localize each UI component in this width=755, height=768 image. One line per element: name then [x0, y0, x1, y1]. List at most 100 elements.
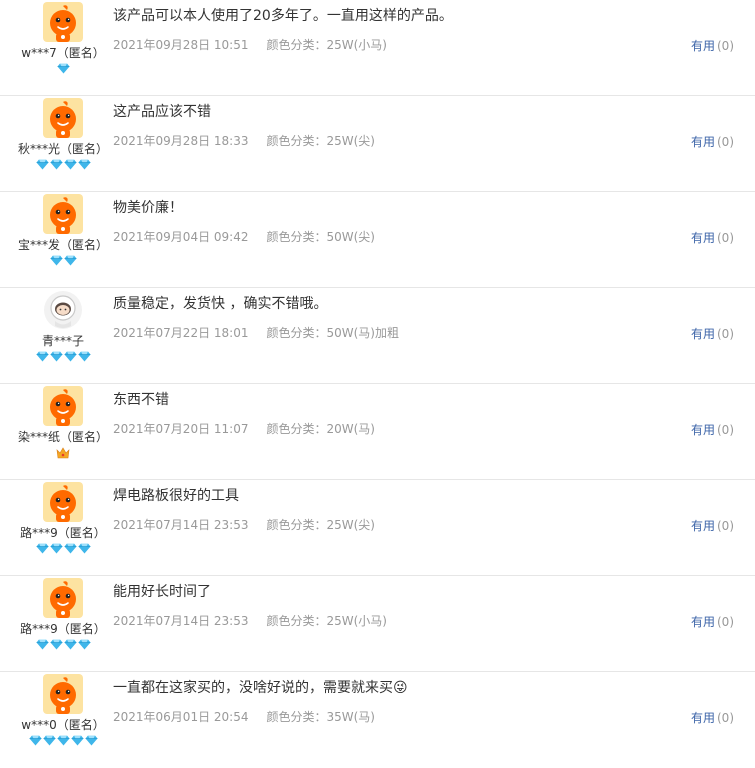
- diamond-level-icon: [78, 159, 90, 170]
- avatar[interactable]: [0, 674, 126, 714]
- review-text: 一直都在这家买的，没啥好说的，需要就来买😜: [113, 680, 408, 696]
- diamond-level-icon: [36, 543, 48, 554]
- review-meta: 2021年09月28日 18:33 颜色分类：25W(尖): [113, 132, 375, 149]
- useful-button[interactable]: 有用: [691, 231, 715, 245]
- review-item: w***0（匿名） 一直都在这家买的，没啥好说的，需要就来买😜 2021年06月…: [0, 672, 755, 768]
- avatar[interactable]: [0, 290, 126, 330]
- astronaut-avatar-icon: [44, 291, 82, 329]
- useful-vote[interactable]: 有用 (0): [691, 517, 734, 534]
- useful-count: (0): [717, 39, 734, 53]
- useful-vote[interactable]: 有用 (0): [691, 133, 734, 150]
- reviewer-name: 路***9（匿名）: [20, 526, 106, 540]
- reviewer-info: 青***子: [0, 290, 126, 365]
- useful-button[interactable]: 有用: [691, 135, 715, 149]
- review-item: 秋***光（匿名） 这产品应该不错 2021年09月28日 18:33 颜色分类：…: [0, 96, 755, 192]
- review-sku-spec: 颜色分类：20W(马): [266, 422, 375, 436]
- review-date: 2021年09月28日 10:51: [113, 38, 249, 52]
- reviewer-level-badges: [0, 63, 126, 77]
- useful-count: (0): [717, 519, 734, 533]
- reviewer-level-badges: [0, 255, 126, 269]
- review-meta: 2021年09月28日 10:51 颜色分类：25W(小马): [113, 36, 387, 53]
- mascot-avatar-icon: [43, 674, 83, 714]
- review-text: 这产品应该不错: [113, 104, 211, 120]
- diamond-level-icon: [64, 639, 76, 650]
- useful-button[interactable]: 有用: [691, 327, 715, 341]
- useful-button[interactable]: 有用: [691, 39, 715, 53]
- reviewer-info: 路***9（匿名）: [0, 482, 126, 557]
- diamond-level-icon: [57, 735, 69, 746]
- useful-vote[interactable]: 有用 (0): [691, 709, 734, 726]
- useful-vote[interactable]: 有用 (0): [691, 421, 734, 438]
- diamond-level-icon: [50, 351, 62, 362]
- avatar[interactable]: [0, 2, 126, 42]
- diamond-level-icon: [64, 159, 76, 170]
- reviewer-name: w***0（匿名）: [21, 718, 105, 732]
- useful-count: (0): [717, 231, 734, 245]
- mascot-avatar-icon: [43, 2, 83, 42]
- diamond-level-icon: [71, 735, 83, 746]
- reviewer-name: 秋***光（匿名）: [17, 142, 108, 156]
- avatar[interactable]: [0, 194, 126, 234]
- diamond-level-icon: [36, 159, 48, 170]
- reviewer-info: 染***纸（匿名）: [0, 386, 126, 461]
- review-date: 2021年07月20日 11:07: [113, 422, 249, 436]
- reviewer-name: 青***子: [41, 334, 84, 348]
- review-item: 青***子 质量稳定，发货快 ，确实不错哦。 2021年07月22日 18:01…: [0, 288, 755, 384]
- useful-button[interactable]: 有用: [691, 711, 715, 725]
- review-sku-spec: 颜色分类：25W(小马): [266, 614, 387, 628]
- review-date: 2021年09月28日 18:33: [113, 134, 249, 148]
- diamond-level-icon: [36, 351, 48, 362]
- review-item: w***7（匿名） 该产品可以本人使用了20多年了。一直用这样的产品。 2021…: [0, 0, 755, 96]
- avatar[interactable]: [0, 386, 126, 426]
- useful-count: (0): [717, 423, 734, 437]
- review-meta: 2021年06月01日 20:54 颜色分类：35W(马): [113, 708, 375, 725]
- review-text: 物美价廉！: [113, 200, 183, 216]
- useful-count: (0): [717, 615, 734, 629]
- review-meta: 2021年07月14日 23:53 颜色分类：25W(尖): [113, 516, 375, 533]
- reviewer-info: w***7（匿名）: [0, 2, 126, 77]
- diamond-level-icon: [50, 159, 62, 170]
- review-meta: 2021年07月14日 23:53 颜色分类：25W(小马): [113, 612, 387, 629]
- mascot-avatar-icon: [43, 482, 83, 522]
- avatar[interactable]: [0, 98, 126, 138]
- useful-count: (0): [717, 135, 734, 149]
- review-sku-spec: 颜色分类：25W(尖): [266, 134, 375, 148]
- diamond-level-icon: [64, 255, 76, 266]
- reviewer-level-badges: [0, 447, 126, 461]
- diamond-level-icon: [78, 543, 90, 554]
- useful-vote[interactable]: 有用 (0): [691, 325, 734, 342]
- diamond-level-icon: [64, 351, 76, 362]
- diamond-level-icon: [43, 735, 55, 746]
- review-sku-spec: 颜色分类：35W(马): [266, 710, 375, 724]
- review-text: 该产品可以本人使用了20多年了。一直用这样的产品。: [113, 8, 453, 24]
- avatar[interactable]: [0, 482, 126, 522]
- review-date: 2021年06月01日 20:54: [113, 710, 249, 724]
- useful-button[interactable]: 有用: [691, 519, 715, 533]
- review-item: 路***9（匿名） 焊电路板很好的工具 2021年07月14日 23:53 颜色分…: [0, 480, 755, 576]
- useful-button[interactable]: 有用: [691, 615, 715, 629]
- review-date: 2021年09月04日 09:42: [113, 230, 249, 244]
- review-item: 宝***发（匿名） 物美价廉！ 2021年09月04日 09:42 颜色分类：50…: [0, 192, 755, 288]
- review-text: 能用好长时间了: [113, 584, 211, 600]
- reviewer-name: 路***9（匿名）: [20, 622, 106, 636]
- review-date: 2021年07月14日 23:53: [113, 614, 249, 628]
- review-meta: 2021年07月20日 11:07 颜色分类：20W(马): [113, 420, 375, 437]
- useful-vote[interactable]: 有用 (0): [691, 37, 734, 54]
- avatar[interactable]: [0, 578, 126, 618]
- useful-vote[interactable]: 有用 (0): [691, 613, 734, 630]
- useful-count: (0): [717, 711, 734, 725]
- reviewer-info: 路***9（匿名）: [0, 578, 126, 653]
- useful-count: (0): [717, 327, 734, 341]
- diamond-level-icon: [78, 351, 90, 362]
- useful-button[interactable]: 有用: [691, 423, 715, 437]
- crown-level-icon: [56, 447, 70, 459]
- review-sku-spec: 颜色分类：50W(尖): [266, 230, 375, 244]
- reviewer-level-badges: [0, 159, 126, 173]
- reviewer-info: w***0（匿名）: [0, 674, 126, 749]
- reviewer-name: 宝***发（匿名）: [17, 238, 108, 252]
- mascot-avatar-icon: [43, 578, 83, 618]
- useful-vote[interactable]: 有用 (0): [691, 229, 734, 246]
- diamond-level-icon: [50, 639, 62, 650]
- review-meta: 2021年07月22日 18:01 颜色分类：50W(马)加粗: [113, 324, 399, 341]
- reviewer-name: 染***纸（匿名）: [17, 430, 108, 444]
